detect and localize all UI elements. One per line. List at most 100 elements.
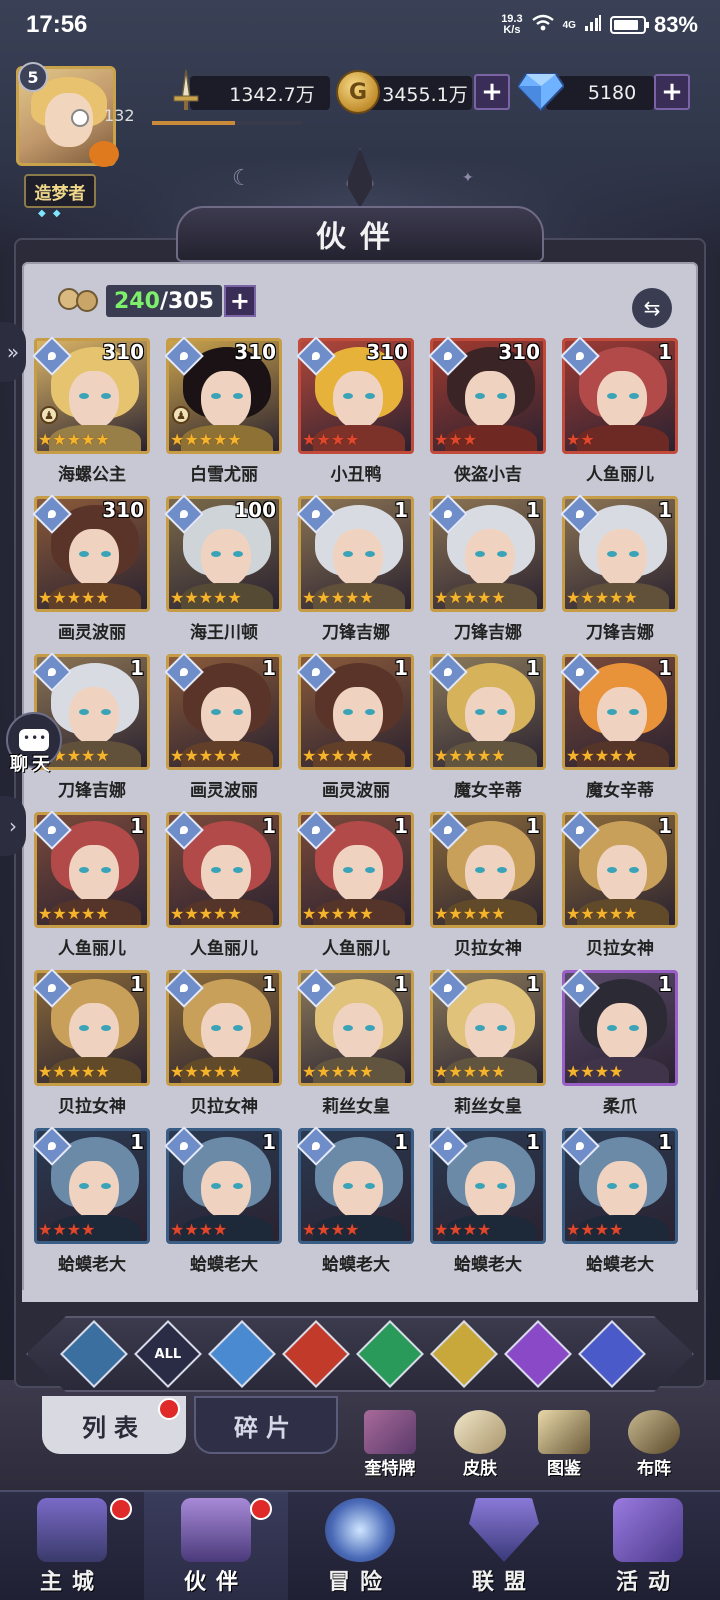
hero-card[interactable]: 1 ★ ★ ★ ★ 蛤蟆老大 bbox=[32, 1126, 150, 1282]
hero-level: 1 bbox=[130, 814, 144, 838]
star-icon: ★ bbox=[594, 1062, 610, 1081]
hero-card[interactable]: 1 ★ ★ ★ ★ ★ 人鱼丽儿 bbox=[164, 810, 282, 966]
chess-piece-icon: ♟ bbox=[40, 406, 58, 424]
hero-stars: ★★★★★ bbox=[566, 748, 638, 764]
hero-stars: ★ ★ ★ bbox=[434, 432, 477, 448]
left-side-arrow[interactable]: › bbox=[0, 796, 26, 856]
hero-stars: ★ ★ ★ ★ bbox=[38, 1222, 95, 1238]
player-title[interactable]: 造梦者 bbox=[24, 174, 96, 208]
hero-card[interactable]: 1 ★ ★ ★ ★ 蛤蟆老大 bbox=[164, 1126, 282, 1282]
hero-card[interactable]: 310 ★ ★ ★ ★ ★ 画灵波丽 bbox=[32, 494, 150, 650]
star-icon: ★ bbox=[448, 588, 463, 607]
hero-card[interactable]: 1 ★ ★ ★ ★ ★ 魔女辛蒂 bbox=[428, 652, 546, 808]
star-icon: ★ bbox=[330, 746, 346, 765]
star-icon: ★ bbox=[462, 1220, 478, 1239]
hero-card[interactable]: 1 ★ ★ ★ ★ ★ 贝拉女神 bbox=[428, 810, 546, 966]
hero-card[interactable]: 1 ★ ★ ★ ★ ★ 莉丝女皇 bbox=[296, 968, 414, 1124]
hero-name: 蛤蟆老大 bbox=[58, 1255, 126, 1275]
star-icon: ★ bbox=[434, 746, 449, 765]
hero-stars: ★★★★★ bbox=[38, 590, 110, 606]
hero-card[interactable]: 1 ★ ★ ★ ★ ★ 贝拉女神 bbox=[560, 810, 678, 966]
star-icon: ★ bbox=[81, 588, 96, 607]
hero-level: 310 bbox=[498, 340, 540, 364]
hero-card[interactable]: 1 ★ ★ ★ ★ ★ 画灵波丽 bbox=[164, 652, 282, 808]
star-icon: ★ bbox=[330, 430, 346, 449]
star-icon: ★ bbox=[580, 430, 595, 449]
nav-town[interactable]: 主城 bbox=[0, 1492, 144, 1600]
nav-guild[interactable]: 联盟 bbox=[432, 1492, 576, 1600]
hero-card[interactable]: 1 ★ ★ ★ ★ ★ 魔女辛蒂 bbox=[560, 652, 678, 808]
hero-card[interactable]: 1 ★ ★ ★ ★ 蛤蟆老大 bbox=[560, 1126, 678, 1282]
star-icon: ★ bbox=[580, 904, 595, 923]
hero-stars: ★ ★ ★ ★ bbox=[302, 1222, 359, 1238]
hero-level: 310 bbox=[102, 340, 144, 364]
nav-adventure[interactable]: 冒险 bbox=[288, 1492, 432, 1600]
star-icon: ★ bbox=[594, 588, 610, 607]
tarot-button[interactable]: 奎特牌 bbox=[350, 1410, 430, 1480]
star-icon: ★ bbox=[434, 904, 449, 923]
castle-icon bbox=[37, 1498, 107, 1562]
star-icon: ★ bbox=[66, 588, 82, 607]
star-icon: ★ bbox=[316, 746, 331, 765]
skin-button[interactable]: 皮肤 bbox=[440, 1410, 520, 1480]
hero-card[interactable]: 1 ★ ★ ★ ★ ★ 贝拉女神 bbox=[32, 968, 150, 1124]
hero-level: 310 bbox=[366, 340, 408, 364]
star-icon: ★ bbox=[448, 1220, 463, 1239]
hero-card[interactable]: 310 ★ ★ ★ 侠盗小吉 bbox=[428, 336, 546, 492]
hero-card[interactable]: 1 ★ ★ ★ ★ ★ 莉丝女皇 bbox=[428, 968, 546, 1124]
witch-hat-icon bbox=[181, 1498, 251, 1562]
hero-card[interactable]: 1 ★ ★ ★ ★ ★ 贝拉女神 bbox=[164, 968, 282, 1124]
add-gold-button[interactable]: + bbox=[474, 74, 510, 110]
hero-card[interactable]: 1 ★ ★ ★ ★ 柔爪 bbox=[560, 968, 678, 1124]
tab-shards[interactable]: 碎片 bbox=[194, 1396, 338, 1454]
player-stat: 132 bbox=[104, 106, 135, 125]
hero-level: 1 bbox=[262, 814, 276, 838]
hero-card[interactable]: 1 ★ ★ ★ ★ ★ 画灵波丽 bbox=[296, 652, 414, 808]
outfit-icon bbox=[454, 1410, 506, 1454]
moon-icon: ☾ bbox=[232, 166, 252, 191]
hero-card[interactable]: 310 ♟ ★ ★ ★ ★ ★ 白雪尤丽 bbox=[164, 336, 282, 492]
codex-button[interactable]: 图鉴 bbox=[524, 1410, 604, 1480]
star-icon: ★ bbox=[184, 904, 199, 923]
star-icon: ★ bbox=[359, 588, 374, 607]
partners-icon bbox=[56, 284, 102, 318]
hero-card[interactable]: 1 ★★★★★ 刀锋吉娜 bbox=[296, 494, 414, 650]
gold-coin-icon: G bbox=[336, 70, 380, 114]
star-icon: ★ bbox=[95, 904, 110, 923]
hero-level: 1 bbox=[658, 1130, 672, 1154]
hero-card[interactable]: 1 ★★★★★ 刀锋吉娜 bbox=[560, 494, 678, 650]
star-icon: ★ bbox=[580, 1220, 595, 1239]
hero-stars: ★★★★★ bbox=[170, 1064, 242, 1080]
star-icon: ★ bbox=[477, 588, 492, 607]
left-expand-tab[interactable]: » bbox=[0, 322, 26, 382]
hero-card[interactable]: 100 ★ ★ ★ ★ ★ 海王川顿 bbox=[164, 494, 282, 650]
hero-name: 莉丝女皇 bbox=[322, 1097, 390, 1117]
cards-icon bbox=[538, 1410, 590, 1454]
hero-stars: ★★★★★ bbox=[38, 432, 110, 448]
star-icon: ★ bbox=[566, 904, 581, 923]
partner-owned: 240 bbox=[114, 288, 160, 314]
hero-card[interactable]: 1 ★ ★ ★ ★ ★ 人鱼丽儿 bbox=[32, 810, 150, 966]
hero-card[interactable]: 310 ★ ★ ★ ★ 小丑鸭 bbox=[296, 336, 414, 492]
hero-card[interactable]: 1 ★★★★★ 刀锋吉娜 bbox=[428, 494, 546, 650]
hero-card[interactable]: 1 ★ ★ ★ ★ 蛤蟆老大 bbox=[428, 1126, 546, 1282]
hero-card[interactable]: 1 ★ ★ ★ ★ 蛤蟆老大 bbox=[296, 1126, 414, 1282]
star-icon: ★ bbox=[330, 1062, 346, 1081]
notification-dot bbox=[158, 1398, 180, 1420]
filter-all-icon: ALL bbox=[154, 1346, 182, 1362]
player-profile[interactable]: 5 造梦者 ◆ ◆ bbox=[6, 62, 122, 219]
star-icon: ★ bbox=[170, 1062, 185, 1081]
expand-capacity-button[interactable]: + bbox=[223, 285, 256, 317]
star-icon: ★ bbox=[566, 1062, 581, 1081]
star-icon: ★ bbox=[462, 1062, 478, 1081]
hero-card[interactable]: 1 ★ ★ 人鱼丽儿 bbox=[560, 336, 678, 492]
hero-level: 1 bbox=[658, 340, 672, 364]
nav-events[interactable]: 活动 bbox=[576, 1492, 720, 1600]
hero-card[interactable]: 310 ♟ ★ ★ ★ ★ ★ 海螺公主 bbox=[32, 336, 150, 492]
add-gems-button[interactable]: + bbox=[654, 74, 690, 110]
formation-button[interactable]: 布阵 bbox=[614, 1410, 694, 1480]
sort-toggle-button[interactable]: ⇆ bbox=[632, 288, 672, 328]
hero-card[interactable]: 1 ★ ★ ★ ★ ★ 人鱼丽儿 bbox=[296, 810, 414, 966]
star-icon: ★ bbox=[491, 1062, 506, 1081]
nav-partners[interactable]: 伙伴 bbox=[144, 1492, 288, 1600]
